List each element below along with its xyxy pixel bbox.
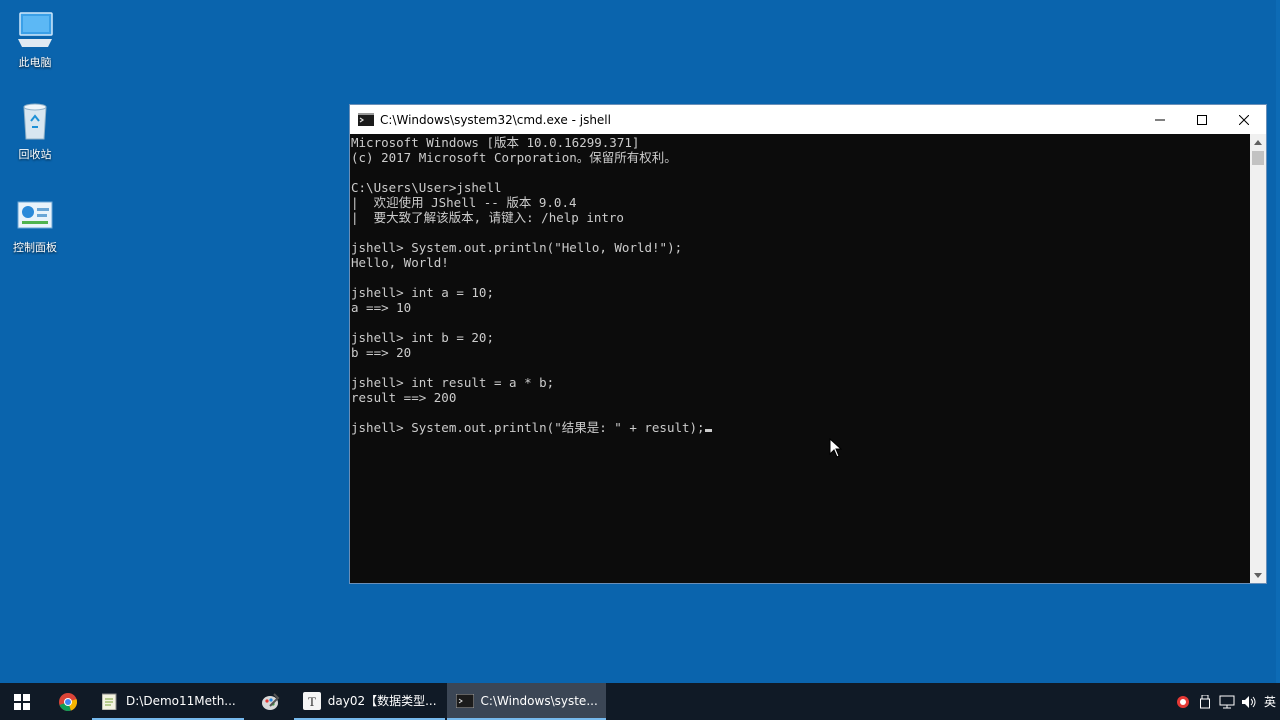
- mouse-pointer-icon: [829, 438, 843, 458]
- minimize-button[interactable]: [1138, 105, 1182, 134]
- tray-app-icon[interactable]: [1172, 695, 1194, 709]
- svg-text:T: T: [308, 694, 316, 709]
- ime-indicator[interactable]: 英: [1260, 693, 1280, 710]
- chrome-icon: [59, 692, 78, 711]
- start-button[interactable]: [0, 683, 44, 720]
- notepad-icon: [100, 691, 120, 711]
- text-cursor: [704, 429, 712, 432]
- console-line: jshell> System.out.println("结果是: " + res…: [351, 420, 705, 435]
- desktop-icon-label: 控制面板: [13, 241, 57, 254]
- this-pc-icon: [13, 8, 57, 52]
- console-line: | 欢迎使用 JShell -- 版本 9.0.4: [351, 195, 577, 210]
- system-tray: 英: [1172, 683, 1280, 720]
- console-line: a ==> 10: [351, 300, 412, 315]
- console-output[interactable]: Microsoft Windows [版本 10.0.16299.371] (c…: [350, 134, 1250, 583]
- taskbar-app-label: D:\Demo11Meth...: [126, 693, 236, 708]
- desktop-icon-control-panel[interactable]: 控制面板: [4, 193, 66, 255]
- title-bar[interactable]: C:\Windows\system32\cmd.exe - jshell: [350, 105, 1266, 134]
- desktop-icon-label: 回收站: [18, 148, 52, 161]
- maximize-icon: [1197, 114, 1207, 125]
- console-line: | 要大致了解该版本, 请键入: /help intro: [351, 210, 624, 225]
- console-line: result ==> 200: [351, 390, 457, 405]
- cmd-icon: [358, 113, 374, 126]
- network-icon[interactable]: [1216, 695, 1238, 709]
- taskbar-app-label: day02【数据类型...: [327, 694, 437, 708]
- console-line: Hello, World!: [351, 255, 449, 270]
- scroll-down-button[interactable]: [1250, 567, 1266, 583]
- close-icon: [1239, 114, 1249, 125]
- console-text: Microsoft Windows [版本 10.0.16299.371] (c…: [350, 134, 1250, 435]
- scroll-up-button[interactable]: [1250, 134, 1266, 150]
- close-button[interactable]: [1222, 105, 1266, 134]
- usb-icon[interactable]: [1194, 694, 1216, 709]
- taskbar: D:\Demo11Meth... T day02【数据类型... C:\Wind…: [0, 683, 1280, 720]
- console-line: jshell> System.out.println("Hello, World…: [351, 240, 683, 255]
- console-line: Microsoft Windows [版本 10.0.16299.371]: [351, 135, 640, 150]
- vertical-scrollbar[interactable]: [1250, 134, 1266, 583]
- chevron-down-icon: [1254, 572, 1262, 578]
- console-line: jshell> int result = a * b;: [351, 375, 555, 390]
- console-line: b ==> 20: [351, 345, 412, 360]
- window-title: C:\Windows\system32\cmd.exe - jshell: [380, 112, 611, 127]
- typora-icon: T: [302, 691, 322, 711]
- scrollbar-thumb[interactable]: [1252, 151, 1264, 165]
- taskbar-app-typora[interactable]: T day02【数据类型...: [293, 683, 445, 720]
- taskbar-app-cmd[interactable]: C:\Windows\syste...: [446, 683, 606, 720]
- taskbar-app-notepad[interactable]: D:\Demo11Meth...: [92, 683, 244, 720]
- chrome-pinned[interactable]: [44, 683, 92, 720]
- desktop-icon-label: 此电脑: [18, 56, 52, 69]
- console-line: (c) 2017 Microsoft Corporation。保留所有权利。: [351, 150, 677, 165]
- cmd-icon: [455, 691, 475, 711]
- chevron-up-icon: [1254, 139, 1262, 145]
- paint-pinned[interactable]: [246, 683, 294, 720]
- control-panel-icon: [13, 193, 57, 237]
- desktop-edge: [1276, 0, 1280, 683]
- desktop-icon-recycle-bin[interactable]: 回收站: [4, 100, 66, 162]
- console-line: jshell> int a = 10;: [351, 285, 494, 300]
- paint-icon: [261, 692, 280, 710]
- minimize-icon: [1155, 119, 1165, 120]
- windows-logo-icon: [14, 693, 30, 710]
- recycle-bin-icon: [13, 100, 57, 144]
- console-line: C:\Users\User>jshell: [351, 180, 502, 195]
- taskbar-app-label: C:\Windows\syste...: [480, 693, 598, 708]
- maximize-button[interactable]: [1180, 105, 1224, 134]
- desktop-icon-this-pc[interactable]: 此电脑: [4, 8, 66, 70]
- console-line: jshell> int b = 20;: [351, 330, 494, 345]
- cmd-window[interactable]: C:\Windows\system32\cmd.exe - jshell Mic…: [349, 104, 1267, 584]
- volume-icon[interactable]: [1238, 695, 1260, 709]
